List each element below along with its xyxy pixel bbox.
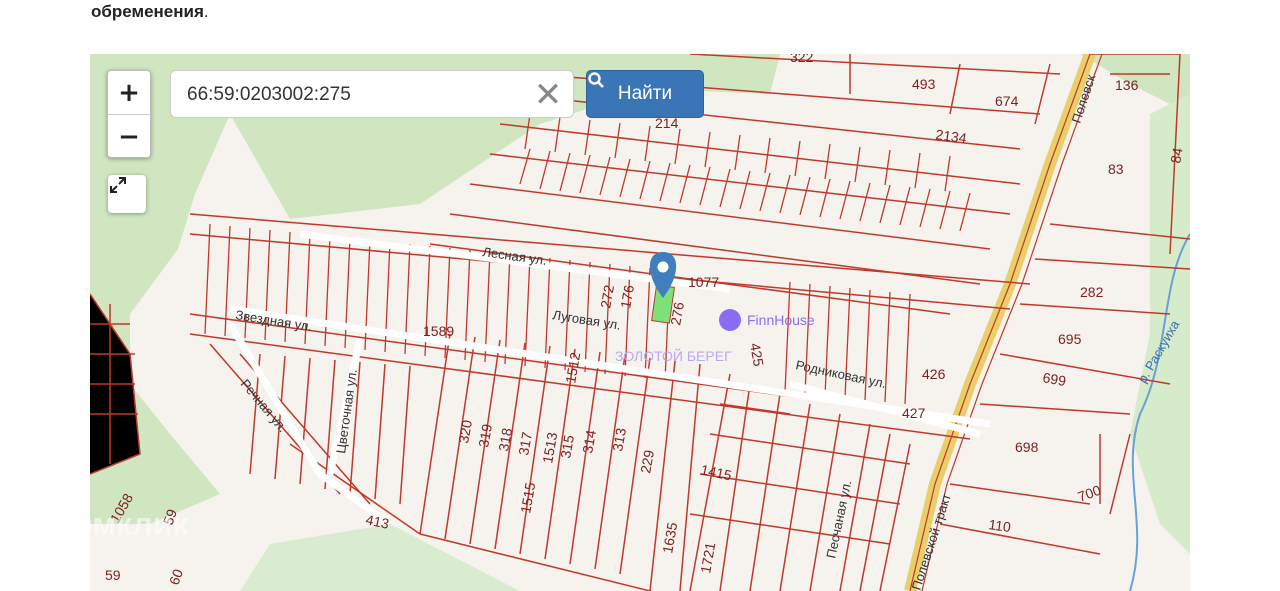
find-button-label: Найти <box>617 83 673 104</box>
label-319: 319 <box>475 423 495 449</box>
watermark: Домклик <box>90 506 188 543</box>
label-315: 315 <box>557 434 577 460</box>
label-427: 427 <box>902 405 926 421</box>
cadastral-search-input[interactable] <box>185 79 529 111</box>
label-699: 699 <box>1041 369 1067 389</box>
intro-suffix: . <box>203 2 209 21</box>
label-1415: 1415 <box>699 461 733 483</box>
label-59: 59 <box>105 567 121 583</box>
label-695: 695 <box>1058 331 1082 347</box>
poi-finnhouse: FinnHouse <box>719 309 815 331</box>
label-318: 318 <box>495 427 515 453</box>
intro-bold: обременения <box>91 2 204 21</box>
watermark-label: Домклик <box>90 506 189 542</box>
label-322: 322 <box>790 54 814 65</box>
zoom-in-button[interactable]: + <box>108 71 150 114</box>
label-674: 674 <box>995 93 1019 109</box>
label-276: 276 <box>667 301 687 327</box>
forest-bottom <box>240 524 520 591</box>
cadastral-search-box: ✕ <box>170 70 574 118</box>
intro-text: обременения. <box>91 2 209 22</box>
street-peschanaya: Песчаная ул. <box>823 479 854 560</box>
label-136: 136 <box>1115 77 1139 93</box>
label-2134: 2134 <box>935 126 968 146</box>
expand-icon <box>110 177 126 193</box>
street-zvezdnaya: Звездная ул. <box>235 307 314 334</box>
clear-icon[interactable]: ✕ <box>533 78 563 112</box>
label-1635: 1635 <box>659 521 680 555</box>
fullscreen-button[interactable] <box>108 175 146 213</box>
zoom-control: + − <box>107 70 151 158</box>
label-1513: 1513 <box>539 431 560 465</box>
label-1721: 1721 <box>697 541 718 575</box>
label-83: 83 <box>1108 161 1124 177</box>
label-282: 282 <box>1080 284 1104 300</box>
label-493: 493 <box>912 76 936 92</box>
label-272: 272 <box>597 284 617 310</box>
label-313: 313 <box>609 427 629 453</box>
label-314: 314 <box>579 429 599 455</box>
label-110: 110 <box>988 516 1013 535</box>
label-176: 176 <box>617 284 637 310</box>
label-426: 426 <box>922 366 946 382</box>
poi-zolotoy-label: ЗОЛОТОЙ БЕРЕГ <box>615 347 732 364</box>
label-425: 425 <box>747 342 767 368</box>
label-698: 698 <box>1015 439 1039 455</box>
label-1515: 1515 <box>517 481 538 515</box>
label-84: 84 <box>1167 146 1185 164</box>
search-icon <box>588 72 604 88</box>
label-1077: 1077 <box>688 274 719 290</box>
finnhouse-icon <box>719 309 741 331</box>
find-button[interactable]: Найти <box>586 70 704 118</box>
poi-finnhouse-label: FinnHouse <box>747 312 815 328</box>
label-60: 60 <box>166 567 186 587</box>
label-320: 320 <box>455 419 475 445</box>
label-317: 317 <box>515 431 535 457</box>
label-1589: 1589 <box>423 323 454 339</box>
zoom-out-button[interactable]: − <box>108 114 150 158</box>
cadastral-map[interactable]: 493 674 136 214 2134 83 84 1077 272 176 … <box>90 54 1190 591</box>
label-700: 700 <box>1076 482 1104 505</box>
map-canvas[interactable]: 493 674 136 214 2134 83 84 1077 272 176 … <box>90 54 1190 591</box>
label-229: 229 <box>637 449 657 475</box>
